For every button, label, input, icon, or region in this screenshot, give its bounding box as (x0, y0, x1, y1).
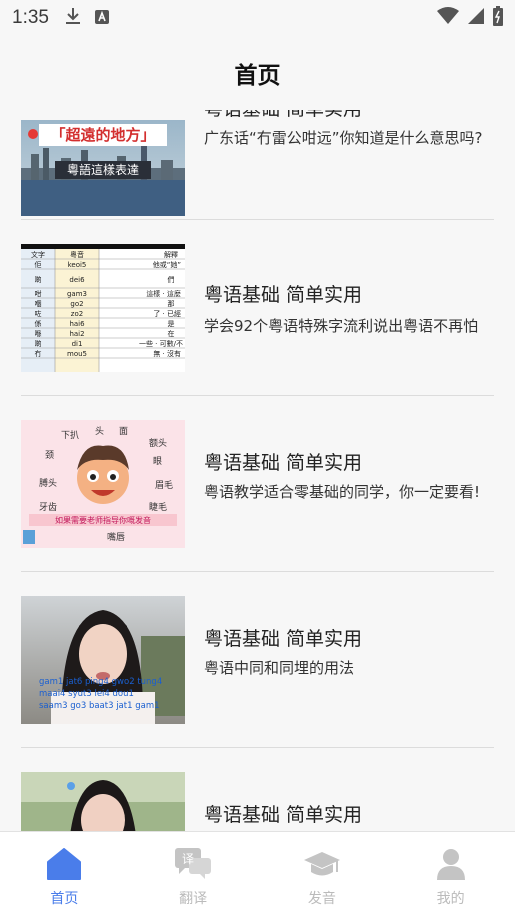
signal-icon (467, 7, 485, 29)
table-cell: mou5 (67, 350, 87, 358)
feed-card[interactable]: gam1 jat6 ping4 gwo2 tung4 maai4 syut3 l… (0, 572, 515, 748)
card-title: 粤语基础 简单实用 (204, 110, 362, 121)
home-icon (47, 848, 82, 884)
page-title: 首页 (234, 63, 281, 89)
tab-label: 我的 (436, 891, 465, 907)
card-title: 粤语基础 简单实用 (204, 628, 363, 650)
table-cell: 嗰 (35, 299, 42, 308)
wifi-icon (437, 7, 459, 29)
status-bar: 1:35 (0, 0, 515, 36)
table-header: 粵音 (70, 250, 84, 259)
table-cell: 們 (168, 276, 175, 284)
bottom-tab-bar: 首页 译 翻译 发音 我的 (0, 831, 515, 917)
thumbnail-caption: 「超遠的地方」 (50, 126, 155, 144)
card-title: 粤语基础 简单实用 (204, 452, 363, 474)
feed-card[interactable]: 粤语基础 简单实用 (0, 748, 515, 831)
table-cell: 了 · 已經 (153, 309, 181, 318)
svg-text:头: 头 (95, 426, 104, 437)
feed-card[interactable]: 「超遠的地方」 粵語這樣表達 粤语基础 简单实用 广东话“冇雷公咁远”你知道是什… (0, 110, 515, 220)
tab-label: 翻译 (179, 891, 208, 907)
table-cell: 咁 (35, 289, 42, 298)
svg-text:膊头: 膊头 (39, 477, 57, 489)
download-icon (65, 7, 81, 29)
svg-text:额头: 额头 (149, 437, 167, 449)
table-cell: keoi5 (68, 261, 87, 269)
table-cell: go2 (70, 300, 83, 308)
battery-icon (493, 6, 503, 30)
table-cell: 冇 (35, 349, 42, 358)
table-cell: 這樣 · 這麼 (146, 289, 181, 298)
thumbnail-caption: 如果需要老师指导你嘅发音 (55, 515, 151, 525)
table-cell: 係 (35, 319, 42, 328)
thumbnail-subcaption: 粵語這樣表達 (67, 162, 139, 177)
status-time: 1:35 (12, 7, 49, 28)
svg-text:睫毛: 睫毛 (149, 501, 167, 513)
table-cell: 那 (168, 300, 175, 308)
table-cell: 一些 · 可數/不 (139, 339, 183, 348)
table-cell: zo2 (71, 310, 83, 318)
table-cell: dei6 (69, 276, 85, 284)
table-cell: gam3 (67, 290, 87, 298)
tab-translate[interactable]: 译 翻译 (129, 832, 258, 917)
tab-profile[interactable]: 我的 (386, 832, 515, 917)
thumbnail-romanization: gam1 jat6 ping4 gwo2 tung4 (39, 677, 162, 687)
table-header: 解釋 (164, 250, 178, 259)
tab-label: 首页 (50, 891, 79, 907)
card-description: 粤语教学适合零基础的同学，你一定要看! (204, 483, 481, 501)
svg-text:颈: 颈 (45, 450, 54, 461)
video-feed[interactable]: 「超遠的地方」 粵語這樣表達 粤语基础 简单实用 广东话“冇雷公咁远”你知道是什… (0, 110, 515, 831)
card-title: 粤语基础 简单实用 (204, 804, 363, 826)
table-header: 文字 (31, 250, 45, 259)
header: 首页 (0, 36, 515, 110)
video-thumbnail[interactable]: 下扒 头 面 额头颈眼 膊头 眉毛 牙齿 睫毛 嘴唇 如果需要老师指导你嘅发音 (21, 420, 185, 548)
table-cell: di1 (72, 340, 83, 348)
feed-card[interactable]: 文字 粵音 解釋 佢 keoi5 他或“她” 啲 dei6 們 咁 gam3 這… (0, 220, 515, 396)
table-cell: 在 (168, 329, 175, 338)
table-cell: 他或“她” (153, 260, 181, 269)
tab-label: 发音 (307, 891, 336, 907)
svg-text:牙齿: 牙齿 (39, 502, 57, 513)
translate-icon: 译 (175, 848, 212, 884)
card-title: 粤语基础 简单实用 (204, 284, 363, 306)
thumbnail-romanization: maai4 syut3 lei4 dou1 (39, 689, 134, 699)
tab-home[interactable]: 首页 (0, 832, 129, 917)
table-cell: 佢 (35, 260, 42, 269)
video-thumbnail[interactable]: gam1 jat6 ping4 gwo2 tung4 maai4 syut3 l… (21, 596, 185, 724)
table-cell: hai2 (69, 330, 84, 338)
svg-text:译: 译 (182, 852, 194, 866)
video-thumbnail[interactable] (21, 772, 185, 831)
table-cell: hai6 (69, 320, 85, 328)
table-cell: 啲 (35, 339, 42, 348)
user-icon (435, 848, 467, 884)
video-thumbnail[interactable]: 文字 粵音 解釋 佢 keoi5 他或“她” 啲 dei6 們 咁 gam3 這… (21, 244, 185, 372)
table-cell: 無 · 沒有 (153, 349, 181, 358)
table-cell: 咗 (35, 309, 42, 318)
table-cell: 喺 (35, 329, 42, 338)
thumbnail-romanization: saam3 go3 baat3 jat1 gam1 (39, 701, 160, 711)
card-description: 粤语中同和同埋的用法 (204, 659, 355, 677)
video-thumbnail[interactable]: 「超遠的地方」 粵語這樣表達 (21, 120, 185, 216)
feed-card[interactable]: 下扒 头 面 额头颈眼 膊头 眉毛 牙齿 睫毛 嘴唇 如果需要老师指导你嘅发音 粤语… (0, 396, 515, 572)
graduation-cap-icon (303, 848, 341, 884)
card-description: 学会92个粤语特殊字流利说出粤语不再怕 (204, 317, 479, 335)
svg-text:眉毛: 眉毛 (155, 479, 173, 491)
card-description: 广东话“冇雷公咁远”你知道是什么意思吗? (204, 129, 483, 147)
table-cell: 啲 (35, 275, 42, 284)
table-cell: 是 (168, 320, 175, 328)
svg-text:面: 面 (119, 426, 128, 437)
svg-text:下扒: 下扒 (61, 429, 79, 441)
tab-pronunciation[interactable]: 发音 (258, 832, 387, 917)
app-notification-icon (94, 9, 109, 28)
svg-text:嘴唇: 嘴唇 (107, 532, 125, 543)
svg-text:眼: 眼 (153, 456, 162, 467)
